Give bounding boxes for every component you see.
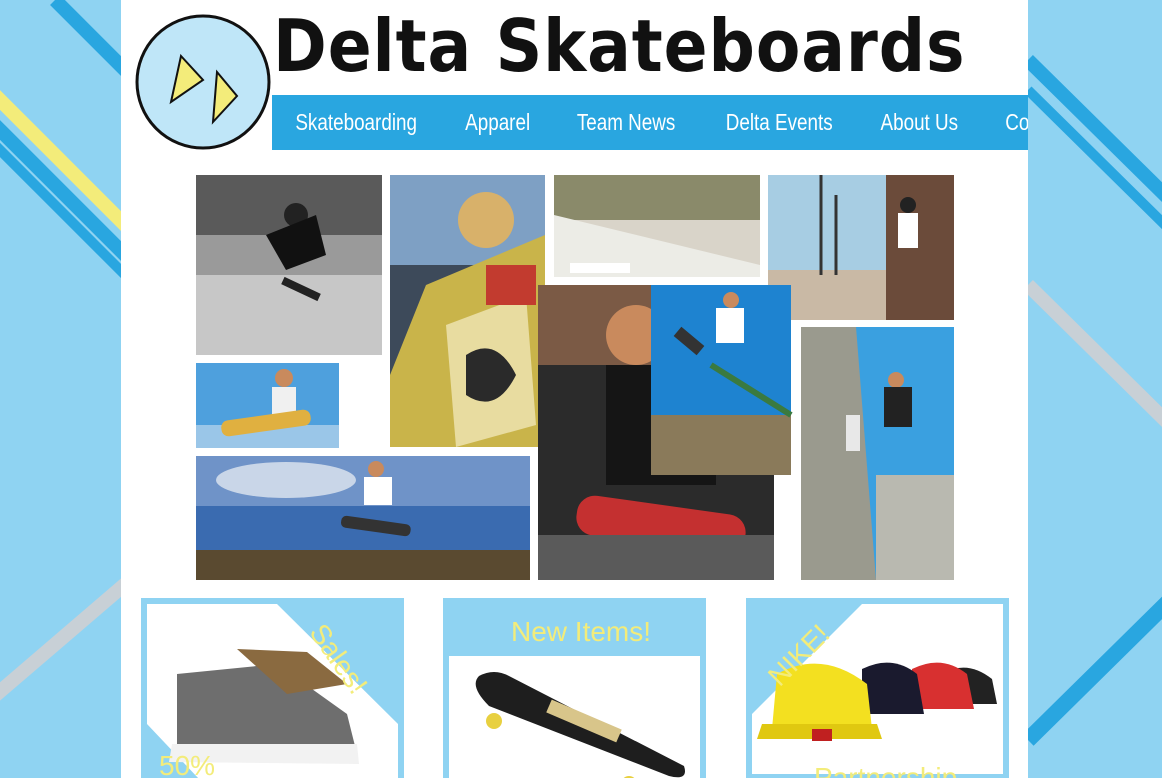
page-container: Delta Skateboards Skateboarding Apparel … xyxy=(121,0,1028,778)
promo-card-sales-inner: Sales! 50% xyxy=(147,604,398,778)
photo-board-graphic xyxy=(390,175,545,447)
photo-skater-holding-board xyxy=(196,363,339,448)
site-title: Delta Skateboards xyxy=(273,4,966,88)
delta-logo[interactable] xyxy=(133,12,273,152)
nav-item-team-news[interactable]: Team News xyxy=(565,95,686,150)
promo-card-new-items[interactable]: New Items! xyxy=(443,598,706,778)
skateboard-product-image xyxy=(475,672,685,778)
nav-item-contact-us[interactable]: Contact Us xyxy=(994,95,1028,150)
photo-curb-wallpaper xyxy=(554,175,760,277)
caps-product-image xyxy=(752,604,1003,778)
promo-new-items-label: New Items! xyxy=(511,616,652,647)
promo-card-nike[interactable]: NIKE! Partnership xyxy=(746,598,1009,778)
photo-sky-ollie xyxy=(651,285,793,475)
skateboard-photo-collage xyxy=(196,175,954,580)
promo-card-sales[interactable]: Sales! 50% xyxy=(141,598,404,778)
photo-sunset-ollie xyxy=(196,456,530,580)
nav-item-about-us[interactable]: About Us xyxy=(869,95,970,150)
photo-rail-grind xyxy=(768,175,954,320)
main-nav: Skateboarding Apparel Team News Delta Ev… xyxy=(272,95,1028,150)
photo-bw-kickflip xyxy=(196,175,382,355)
promo-card-nike-inner: NIKE! Partnership xyxy=(752,604,1003,778)
promo-discount-label: 50% xyxy=(159,750,216,778)
promo-partnership-label: Partnership xyxy=(814,762,958,778)
nav-item-skateboarding[interactable]: Skateboarding xyxy=(284,95,429,150)
nav-item-delta-events[interactable]: Delta Events xyxy=(714,95,844,150)
nav-item-apparel[interactable]: Apparel xyxy=(454,95,542,150)
promo-card-new-items-inner: New Items! xyxy=(449,612,700,778)
photo-wall-ride xyxy=(801,327,954,580)
